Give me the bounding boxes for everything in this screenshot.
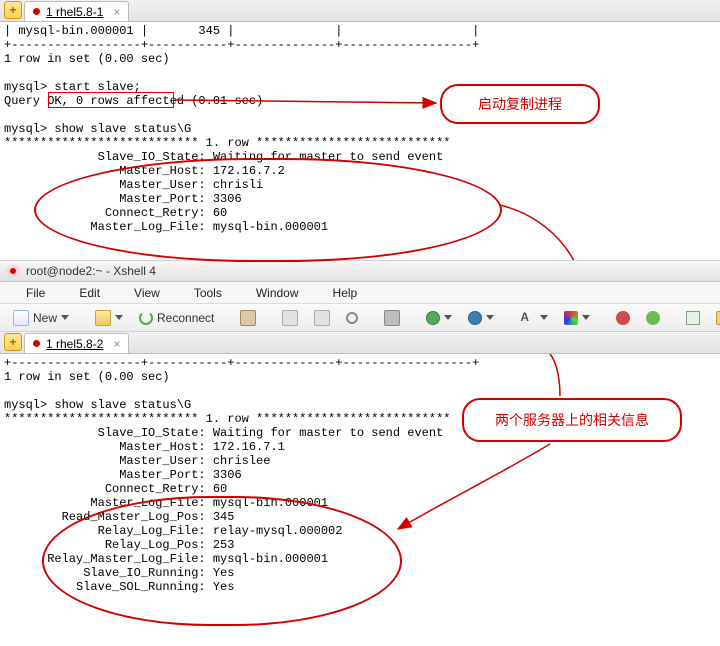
color-icon xyxy=(564,311,578,325)
open-button[interactable] xyxy=(88,307,130,329)
close-icon[interactable]: × xyxy=(113,337,120,351)
copy2-button[interactable] xyxy=(307,307,337,329)
red-dot-icon xyxy=(616,311,630,325)
net2-button[interactable] xyxy=(461,307,501,329)
new-button[interactable]: New xyxy=(6,307,76,329)
tool1-button[interactable] xyxy=(609,307,637,329)
terminal-1[interactable]: | mysql-bin.000001 | 345 | | | +--------… xyxy=(0,22,720,260)
green-dot-icon xyxy=(646,311,660,325)
font-icon: A xyxy=(520,310,536,326)
new-icon xyxy=(13,310,29,326)
toolbar: New Reconnect A xyxy=(0,304,720,332)
menu-window[interactable]: Window xyxy=(240,284,315,302)
status-dot-icon xyxy=(33,340,40,347)
lock-icon xyxy=(716,311,720,325)
copy-icon xyxy=(282,310,298,326)
plus-icon: + xyxy=(9,336,16,348)
find-button[interactable] xyxy=(339,307,365,329)
tab-label: 1 rhel5.8-1 xyxy=(46,5,103,19)
grid-icon xyxy=(686,311,700,325)
plus-icon: + xyxy=(9,4,16,16)
new-label: New xyxy=(33,311,57,325)
printer-icon xyxy=(384,310,400,326)
menu-tools[interactable]: Tools xyxy=(178,284,238,302)
print-button[interactable] xyxy=(377,307,407,329)
menu-help[interactable]: Help xyxy=(317,284,374,302)
tab-rhel58-2[interactable]: 1 rhel5.8-2 × xyxy=(24,333,129,353)
chevron-down-icon xyxy=(61,315,69,320)
status-dot-icon xyxy=(33,8,40,15)
paste-icon xyxy=(240,310,256,326)
copy-button[interactable] xyxy=(275,307,305,329)
pane-1: + 1 rhel5.8-1 × | mysql-bin.000001 | 345… xyxy=(0,0,720,260)
tab-rhel58-1[interactable]: 1 rhel5.8-1 × xyxy=(24,1,129,21)
menu-view[interactable]: View xyxy=(118,284,176,302)
lock-button[interactable] xyxy=(709,307,720,329)
tab-strip-1: + 1 rhel5.8-1 × xyxy=(0,0,720,22)
menu-file[interactable]: File xyxy=(10,284,61,302)
chevron-down-icon xyxy=(582,315,590,320)
globe-blue-icon xyxy=(468,311,482,325)
chevron-down-icon xyxy=(115,315,123,320)
tab-label: 1 rhel5.8-2 xyxy=(46,337,103,351)
sessions-button[interactable] xyxy=(679,307,707,329)
terminal-2[interactable]: +------------------+-----------+--------… xyxy=(0,354,720,644)
folder-icon xyxy=(95,310,111,326)
new-tab-button[interactable]: + xyxy=(4,333,22,351)
new-tab-button[interactable]: + xyxy=(4,1,22,19)
chevron-down-icon xyxy=(444,315,452,320)
clone-icon xyxy=(314,310,330,326)
search-icon xyxy=(346,312,358,324)
window-title: root@node2:~ - Xshell 4 xyxy=(26,264,156,278)
font-button[interactable]: A xyxy=(513,307,555,329)
menu-edit[interactable]: Edit xyxy=(63,284,116,302)
reconnect-icon xyxy=(139,311,153,325)
window-titlebar: root@node2:~ - Xshell 4 xyxy=(0,260,720,282)
menu-bar: File Edit View Tools Window Help xyxy=(0,282,720,304)
paste-button[interactable] xyxy=(233,307,263,329)
app-icon xyxy=(6,264,20,278)
tab-strip-2: + 1 rhel5.8-2 × xyxy=(0,332,720,354)
reconnect-label: Reconnect xyxy=(157,311,214,325)
tool2-button[interactable] xyxy=(639,307,667,329)
colorscheme-button[interactable] xyxy=(557,307,597,329)
close-icon[interactable]: × xyxy=(113,5,120,19)
globe-green-icon xyxy=(426,311,440,325)
reconnect-button[interactable]: Reconnect xyxy=(132,307,221,329)
chevron-down-icon xyxy=(486,315,494,320)
net1-button[interactable] xyxy=(419,307,459,329)
chevron-down-icon xyxy=(540,315,548,320)
